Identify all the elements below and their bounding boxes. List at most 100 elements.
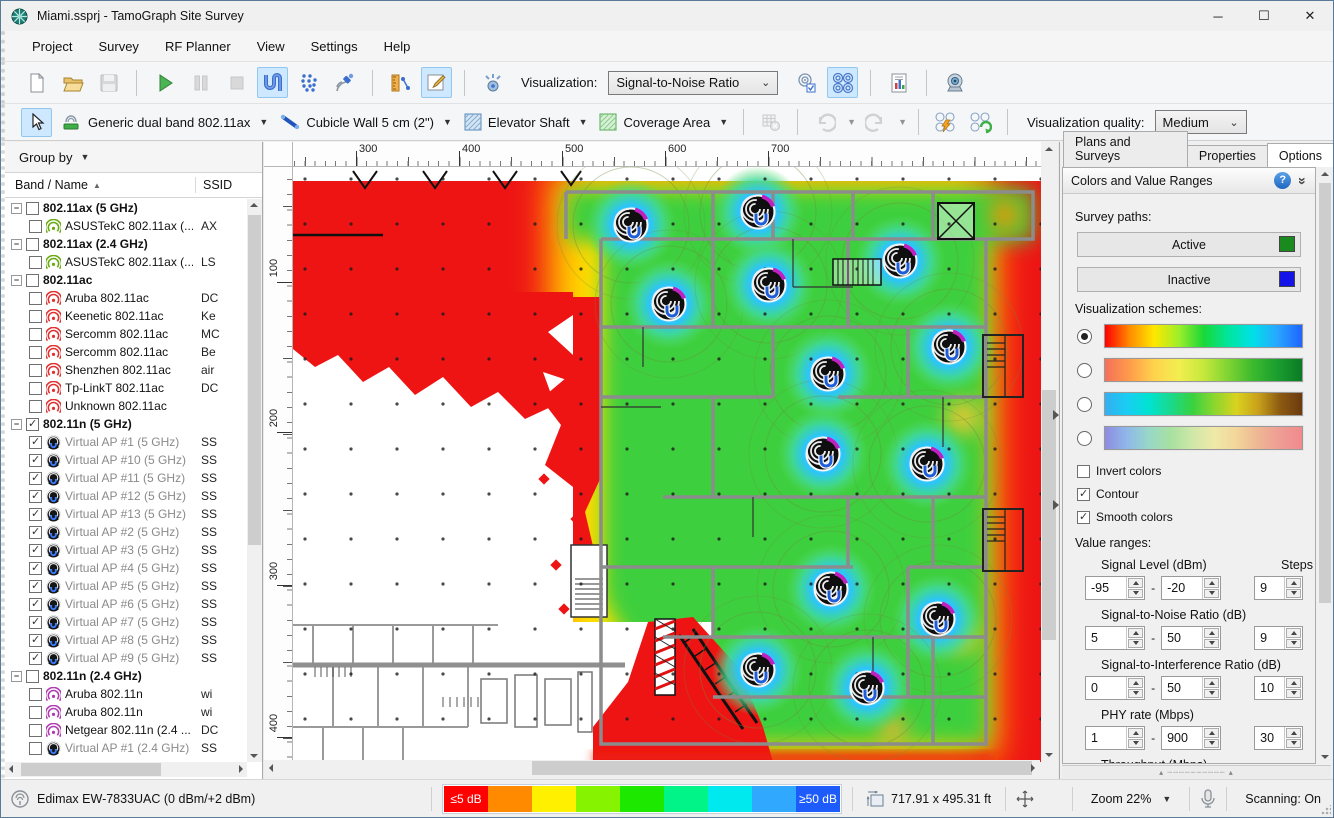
menu-project[interactable]: Project: [19, 34, 85, 59]
pause-survey-button[interactable]: [185, 67, 216, 98]
save-project-button[interactable]: [93, 67, 124, 98]
tree-ap-row[interactable]: Sercomm 802.11acBe: [5, 343, 247, 361]
spin-value[interactable]: 50: [1162, 627, 1202, 649]
spin-value[interactable]: 9: [1255, 577, 1284, 599]
tree-ap-row[interactable]: Aruba 802.11nwi: [5, 703, 247, 721]
row-checkbox[interactable]: [29, 724, 42, 737]
ap-marker-icon[interactable]: [911, 448, 944, 481]
row-checkbox[interactable]: [29, 328, 42, 341]
scheme-gradient-bar[interactable]: [1104, 358, 1303, 382]
tree-ap-row[interactable]: Unknown 802.11ac: [5, 397, 247, 415]
scheme-gradient-bar[interactable]: [1104, 392, 1303, 416]
spin-value[interactable]: 9: [1255, 627, 1284, 649]
row-checkbox[interactable]: [29, 562, 42, 575]
menu-survey[interactable]: Survey: [85, 34, 151, 59]
spin-up-button[interactable]: [1204, 678, 1219, 688]
point-by-point-button[interactable]: [293, 67, 324, 98]
maximize-button[interactable]: ☐: [1241, 1, 1287, 31]
spin-field[interactable]: 0: [1085, 676, 1145, 700]
spin-up-button[interactable]: [1286, 628, 1301, 638]
tree-ap-row[interactable]: Virtual AP #5 (5 GHz)SS: [5, 577, 247, 595]
report-button[interactable]: [883, 67, 914, 98]
row-checkbox[interactable]: [29, 634, 42, 647]
ap-marker-icon[interactable]: [742, 654, 775, 687]
tree-ap-row[interactable]: Virtual AP #9 (5 GHz)SS: [5, 649, 247, 667]
options-vertical-scrollbar[interactable]: [1318, 168, 1332, 763]
expander-icon[interactable]: −: [11, 419, 22, 430]
spin-value[interactable]: -95: [1086, 577, 1126, 599]
spin-down-button[interactable]: [1128, 639, 1143, 649]
row-checkbox[interactable]: [29, 706, 42, 719]
row-checkbox[interactable]: [29, 454, 42, 467]
ap-marker-icon[interactable]: [653, 288, 686, 321]
row-checkbox[interactable]: [29, 742, 42, 755]
spin-value[interactable]: 900: [1162, 727, 1202, 749]
heatmap-canvas[interactable]: [293, 167, 1041, 762]
menu-help[interactable]: Help: [371, 34, 424, 59]
spin-value[interactable]: 30: [1255, 727, 1284, 749]
tree-group-row[interactable]: −802.11ax (2.4 GHz): [5, 235, 247, 253]
menu-rf-planner[interactable]: RF Planner: [152, 34, 244, 59]
spin-field[interactable]: 900: [1161, 726, 1221, 750]
scheme-radio[interactable]: [1077, 363, 1092, 378]
selected-ap-visualization-button[interactable]: [791, 67, 822, 98]
spin-value[interactable]: 10: [1255, 677, 1284, 699]
spin-field[interactable]: 10: [1254, 676, 1303, 700]
tree-ap-row[interactable]: Virtual AP #6 (5 GHz)SS: [5, 595, 247, 613]
spin-down-button[interactable]: [1286, 689, 1301, 699]
open-project-button[interactable]: [57, 67, 88, 98]
tree-ap-row[interactable]: Virtual AP #4 (5 GHz)SS: [5, 559, 247, 577]
continuous-path-button[interactable]: [257, 67, 288, 98]
row-checkbox[interactable]: [29, 526, 42, 539]
option-invert-colors[interactable]: Invert colors: [1077, 464, 1303, 478]
panel-splitter[interactable]: [1062, 765, 1331, 779]
spin-value[interactable]: 5: [1086, 627, 1126, 649]
row-checkbox[interactable]: [29, 508, 42, 521]
scheme-radio[interactable]: [1077, 329, 1092, 344]
spin-down-button[interactable]: [1204, 639, 1219, 649]
checkbox[interactable]: [1077, 511, 1090, 524]
row-checkbox[interactable]: [29, 346, 42, 359]
spin-value[interactable]: 1: [1086, 727, 1126, 749]
tree-ap-row[interactable]: Aruba 802.11nwi: [5, 685, 247, 703]
active-path-color-button[interactable]: Active: [1077, 232, 1301, 257]
expander-icon[interactable]: −: [11, 203, 22, 214]
undo-button[interactable]: [809, 108, 840, 137]
scheme-radio[interactable]: [1077, 397, 1092, 412]
redo-history-arrow[interactable]: ▼: [898, 117, 907, 127]
spin-up-button[interactable]: [1204, 578, 1219, 588]
spin-field[interactable]: 30: [1254, 726, 1303, 750]
spin-down-button[interactable]: [1286, 739, 1301, 749]
tree-ap-row[interactable]: Virtual AP #11 (5 GHz)SS: [5, 469, 247, 487]
area-type-select[interactable]: Coverage Area▼: [595, 110, 732, 134]
row-checkbox[interactable]: [29, 490, 42, 503]
tree-column-header[interactable]: Band / Name ▲ SSID: [5, 172, 262, 198]
all-aps-visualization-button[interactable]: [827, 67, 858, 98]
spin-field[interactable]: -20: [1161, 576, 1221, 600]
group-by-control[interactable]: Group by ▼: [5, 142, 262, 172]
minimize-button[interactable]: ─: [1195, 1, 1241, 31]
tree-ap-row[interactable]: Netgear 802.11n (2.4 ...DC: [5, 721, 247, 739]
row-checkbox[interactable]: [29, 544, 42, 557]
spin-up-button[interactable]: [1286, 678, 1301, 688]
row-checkbox[interactable]: [29, 436, 42, 449]
ap-marker-icon[interactable]: [807, 438, 840, 471]
tree-ap-row[interactable]: Virtual AP #7 (5 GHz)SS: [5, 613, 247, 631]
recompute-visualization-button[interactable]: [930, 108, 961, 137]
row-checkbox[interactable]: [29, 364, 42, 377]
checkbox[interactable]: [1077, 465, 1090, 478]
spin-up-button[interactable]: [1128, 728, 1143, 738]
spin-down-button[interactable]: [1286, 639, 1301, 649]
spin-up-button[interactable]: [1204, 728, 1219, 738]
ap-marker-icon[interactable]: [615, 209, 648, 242]
expander-icon[interactable]: −: [11, 671, 22, 682]
column-band-name[interactable]: Band / Name: [15, 178, 88, 192]
zoom-control[interactable]: Zoom 22% ▼: [1083, 792, 1179, 806]
spin-up-button[interactable]: [1128, 628, 1143, 638]
tree-ap-row[interactable]: Sercomm 802.11acMC: [5, 325, 247, 343]
map-vertical-scrollbar[interactable]: [1041, 142, 1057, 762]
row-checkbox[interactable]: [29, 652, 42, 665]
spin-field[interactable]: 50: [1161, 626, 1221, 650]
ap-tree-vertical-scrollbar[interactable]: [247, 199, 262, 762]
gps-button[interactable]: [329, 67, 360, 98]
